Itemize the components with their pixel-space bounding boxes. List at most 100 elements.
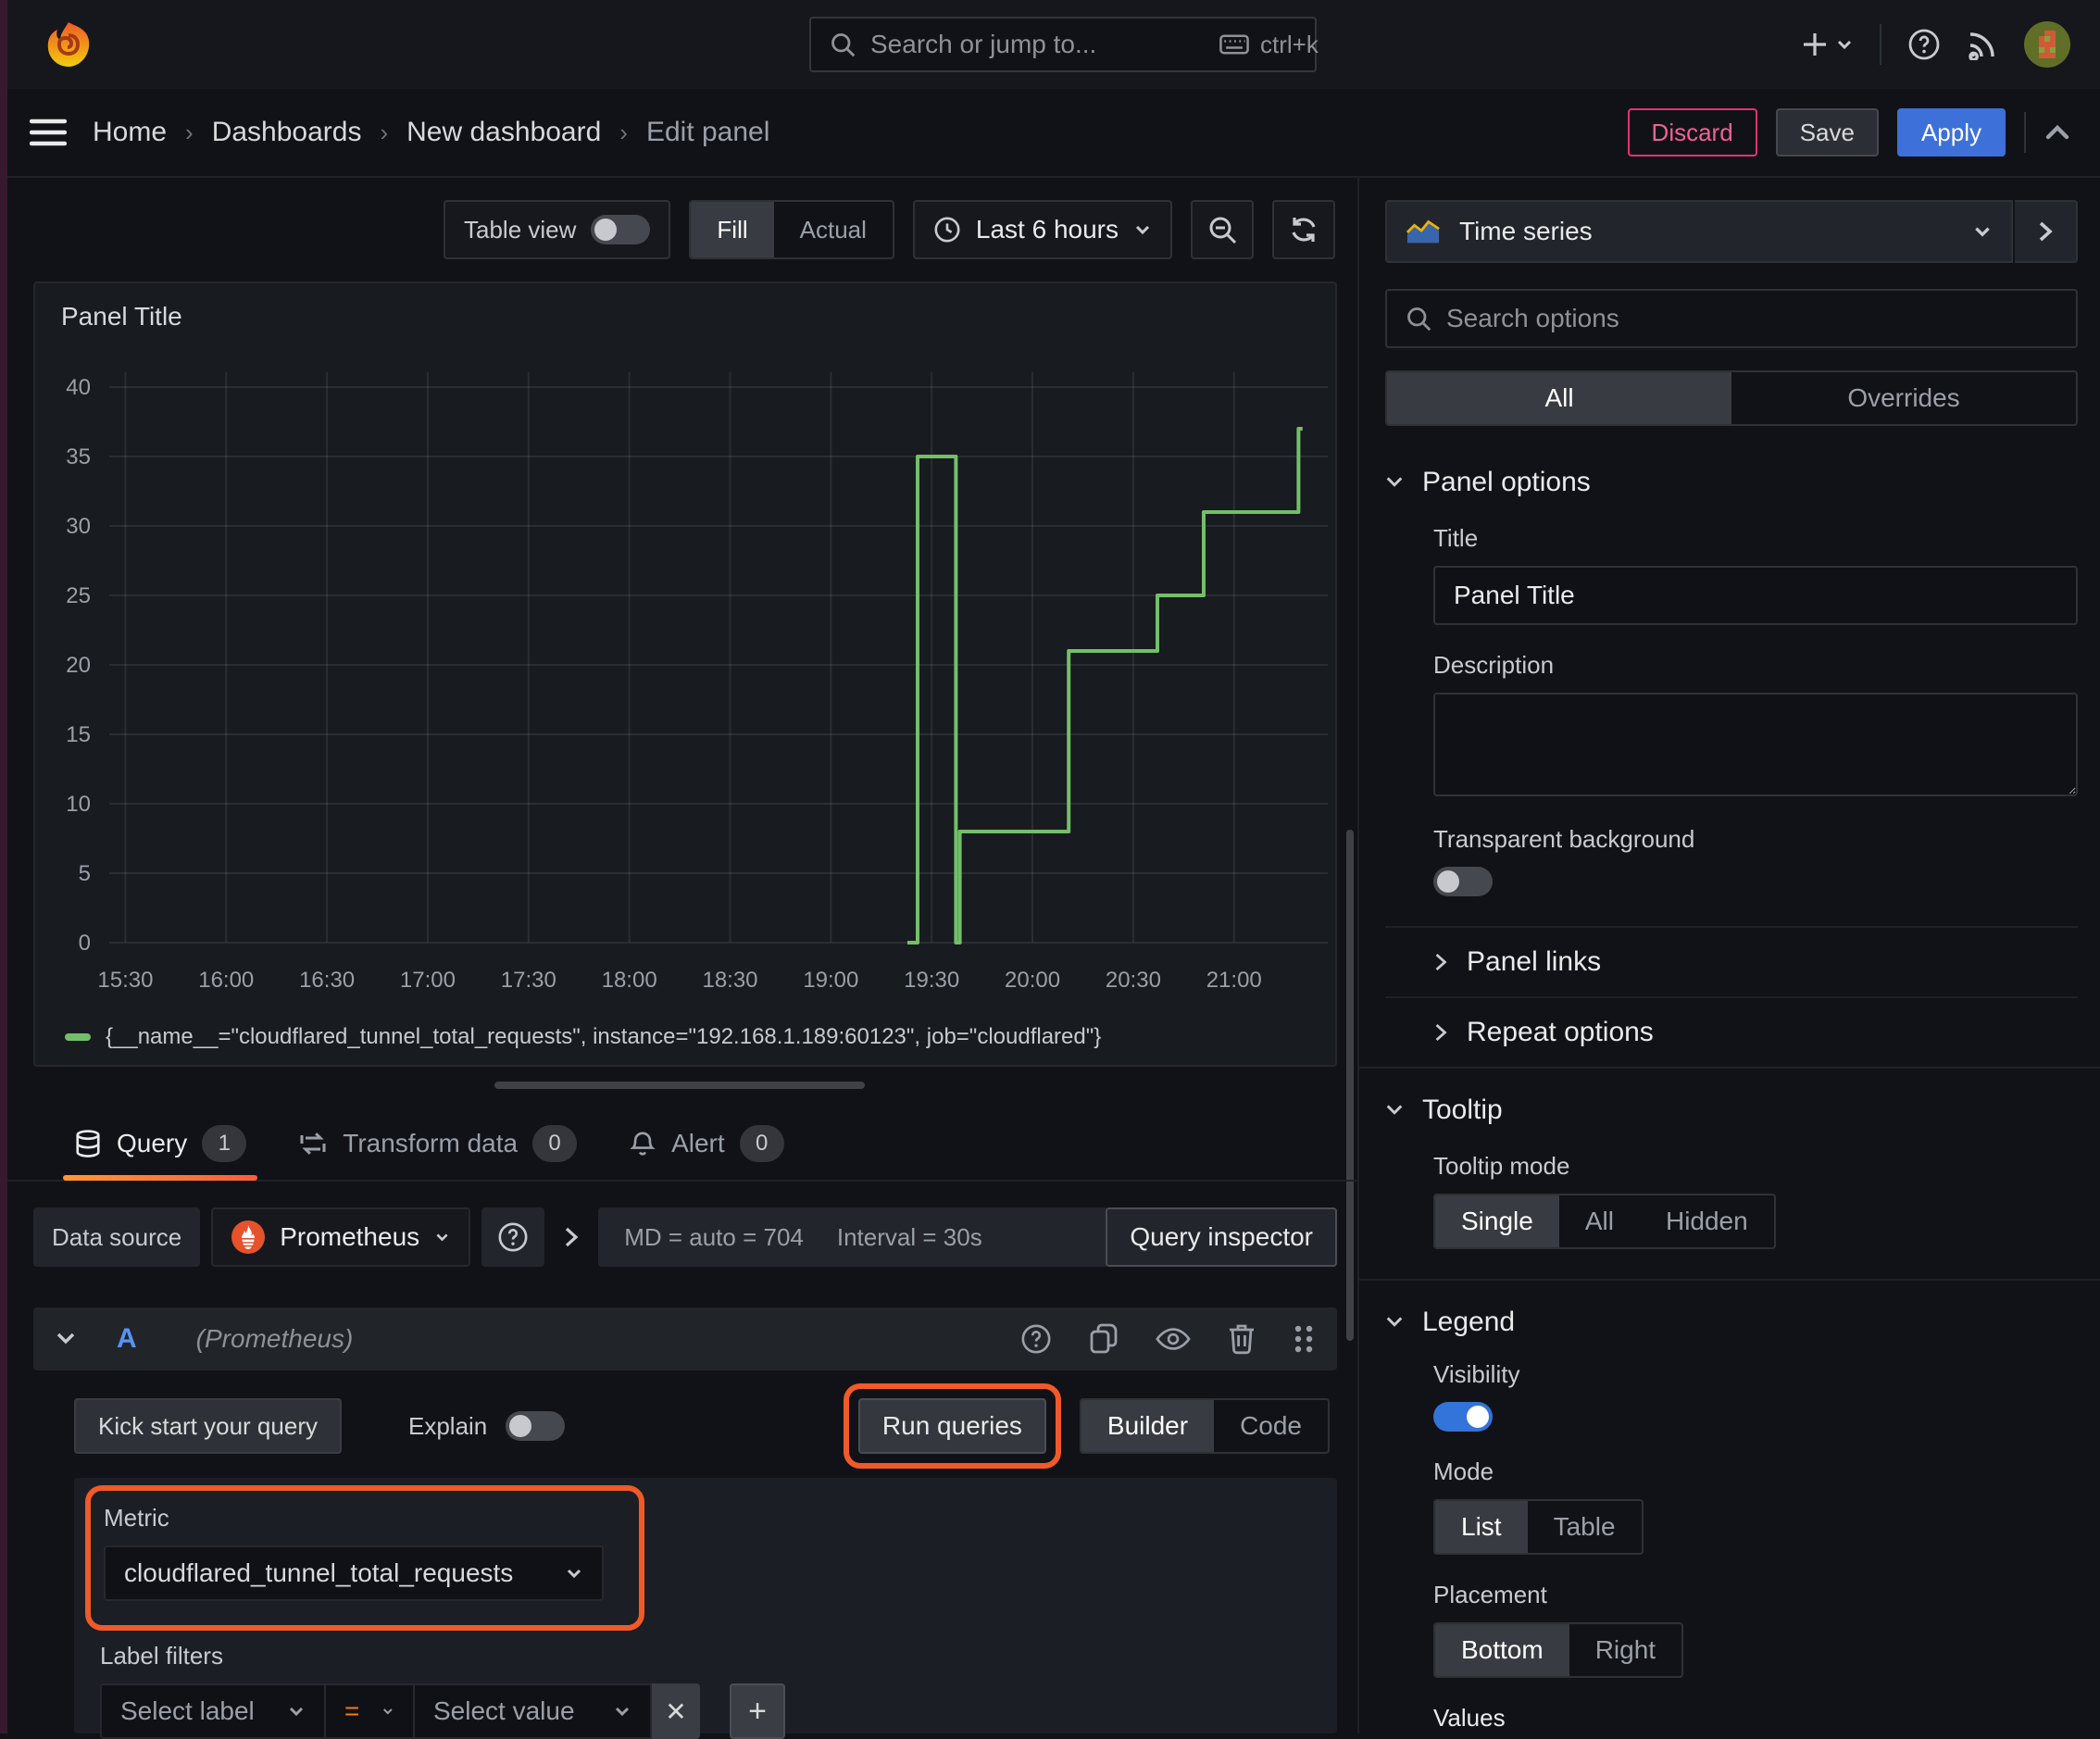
chevron-right-icon[interactable]: [563, 1226, 580, 1248]
transparent-background-toggle[interactable]: [1433, 867, 1493, 896]
panel-title-input[interactable]: [1433, 566, 2078, 625]
rss-icon: [1969, 32, 1994, 60]
chevron-down-icon: [1975, 227, 1990, 237]
left-scrollbar[interactable]: [1346, 830, 1354, 1341]
remove-filter-button[interactable]: ✕: [652, 1683, 700, 1739]
svg-text:17:30: 17:30: [501, 968, 556, 993]
time-range-picker[interactable]: Last 6 hours: [912, 200, 1172, 259]
builder-option[interactable]: Builder: [1081, 1400, 1215, 1452]
tab-alert[interactable]: Alert 0: [629, 1107, 784, 1181]
duplicate-query-icon[interactable]: [1089, 1323, 1119, 1355]
grafana-logo-icon[interactable]: [44, 20, 93, 69]
chevron-down-icon[interactable]: [56, 1332, 76, 1346]
chevron-down-icon: [383, 1708, 393, 1715]
sub-nav: Home › Dashboards › New dashboard › Edit…: [0, 89, 2100, 178]
tab-transform-label: Transform data: [343, 1129, 519, 1157]
chart-panel-title: Panel Title: [61, 302, 182, 331]
tab-transform-data[interactable]: Transform data 0: [298, 1107, 578, 1181]
new-menu-button[interactable]: [1800, 30, 1854, 59]
legend-visibility-toggle[interactable]: [1433, 1402, 1493, 1432]
datasource-picker[interactable]: Prometheus: [211, 1207, 471, 1267]
search-input[interactable]: [870, 30, 1205, 59]
hide-response-icon[interactable]: [1156, 1326, 1191, 1352]
legend-series-label[interactable]: {__name__="cloudflared_tunnel_total_requ…: [106, 1024, 1101, 1050]
save-button[interactable]: Save: [1775, 108, 1879, 156]
avatar[interactable]: [2024, 21, 2070, 68]
legend-section-header[interactable]: Legend: [1385, 1307, 2078, 1338]
apply-button[interactable]: Apply: [1896, 108, 2006, 156]
remove-query-icon[interactable]: [1228, 1323, 1256, 1355]
query-options-summary[interactable]: MD = auto = 704 Interval = 30s: [598, 1207, 1110, 1267]
explain-toggle[interactable]: [506, 1411, 566, 1441]
refresh-button[interactable]: [1272, 200, 1335, 259]
actual-option[interactable]: Actual: [774, 202, 893, 257]
run-queries-button[interactable]: Run queries: [857, 1398, 1046, 1454]
options-search[interactable]: [1385, 289, 2078, 348]
panel-description-textarea[interactable]: [1433, 693, 2078, 796]
select-value-dropdown[interactable]: Select value: [415, 1683, 652, 1739]
subnav-divider: [2024, 112, 2026, 153]
window-edge-strip: [0, 0, 7, 1733]
tooltip-mode-single[interactable]: Single: [1435, 1195, 1559, 1247]
kick-start-query-button[interactable]: Kick start your query: [74, 1398, 342, 1454]
tab-all[interactable]: All: [1387, 372, 1731, 424]
discard-button[interactable]: Discard: [1627, 108, 1757, 156]
magnifier-minus-icon: [1209, 217, 1237, 244]
datasource-help-button[interactable]: [481, 1207, 545, 1267]
svg-text:16:30: 16:30: [299, 968, 355, 993]
breadcrumb-new-dashboard[interactable]: New dashboard: [406, 117, 601, 148]
query-ref-datasource: (Prometheus): [195, 1324, 354, 1353]
options-search-input[interactable]: [1446, 304, 2057, 333]
breadcrumb-home[interactable]: Home: [93, 117, 167, 148]
svg-text:18:30: 18:30: [702, 968, 757, 993]
plus-icon: [1804, 33, 1826, 56]
panel-options-section-header[interactable]: Panel options: [1385, 467, 2078, 498]
panel-links-section[interactable]: Panel links: [1385, 926, 2078, 996]
help-button[interactable]: [1907, 28, 1941, 61]
code-option[interactable]: Code: [1214, 1400, 1328, 1452]
operator-dropdown[interactable]: =: [326, 1683, 415, 1739]
tooltip-mode-hidden[interactable]: Hidden: [1640, 1195, 1774, 1247]
chevron-down-icon: [436, 1233, 448, 1242]
legend-mode-table[interactable]: Table: [1528, 1501, 1642, 1553]
drag-handle-icon[interactable]: [1293, 1323, 1315, 1355]
explain-control: Explain: [408, 1411, 566, 1441]
legend-series-swatch[interactable]: [65, 1033, 91, 1041]
query-inspector-button[interactable]: Query inspector: [1106, 1207, 1337, 1267]
legend-visibility-label: Visibility: [1433, 1360, 1520, 1388]
tab-overrides[interactable]: Overrides: [1731, 372, 2076, 424]
panel-resize-handle[interactable]: [494, 1082, 865, 1089]
time-series-chart[interactable]: 15:30 16:00 16:30 17:00 17:30 18:00 18:30 19:00…: [35, 346, 1335, 998]
legend-placement-bottom[interactable]: Bottom: [1435, 1624, 1569, 1676]
news-button[interactable]: [1967, 29, 1998, 60]
tooltip-mode-label: Tooltip mode: [1433, 1152, 1570, 1180]
fill-option[interactable]: Fill: [691, 202, 774, 257]
visualization-picker[interactable]: Time series: [1385, 200, 2013, 263]
add-filter-button[interactable]: +: [730, 1683, 785, 1739]
query-row-header[interactable]: A (Prometheus): [33, 1307, 1337, 1370]
tab-query-label: Query: [117, 1129, 188, 1157]
zoom-out-time-button[interactable]: [1191, 200, 1254, 259]
global-search[interactable]: ctrl+k: [809, 17, 1319, 72]
svg-text:25: 25: [66, 583, 91, 608]
table-view-toggle[interactable]: [591, 215, 651, 244]
query-help-icon[interactable]: [1020, 1323, 1052, 1355]
clock-icon: [934, 217, 960, 243]
metric-annotation-box: Metric cloudflared_tunnel_total_requests: [85, 1485, 644, 1631]
repeat-options-section[interactable]: Repeat options: [1385, 996, 2078, 1067]
chevron-down-icon: [1837, 40, 1852, 50]
metric-label: Metric: [104, 1504, 169, 1532]
viz-suggestions-button[interactable]: [2015, 200, 2078, 263]
breadcrumb-dashboards[interactable]: Dashboards: [212, 117, 362, 148]
tooltip-section-header[interactable]: Tooltip: [1385, 1095, 2078, 1126]
select-label-dropdown[interactable]: Select label: [100, 1683, 326, 1739]
metric-select[interactable]: cloudflared_tunnel_total_requests: [104, 1545, 604, 1601]
legend-mode-list[interactable]: List: [1435, 1501, 1528, 1553]
tab-query[interactable]: Query 1: [62, 1107, 258, 1181]
legend-placement-right[interactable]: Right: [1569, 1624, 1681, 1676]
svg-text:15:30: 15:30: [97, 968, 153, 993]
collapse-options-button[interactable]: [2044, 123, 2070, 142]
tooltip-mode-all[interactable]: All: [1559, 1195, 1640, 1247]
mega-menu-button[interactable]: [30, 118, 67, 147]
interval: Interval = 30s: [836, 1222, 982, 1251]
